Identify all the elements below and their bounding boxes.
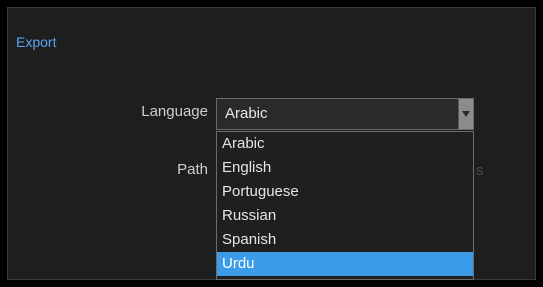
language-selected-value: Arabic [225, 105, 268, 122]
path-trailing-text: s [476, 162, 484, 179]
language-option-portuguese[interactable]: Portuguese [217, 180, 473, 204]
language-option-english[interactable]: English [217, 156, 473, 180]
language-option-russian[interactable]: Russian [217, 204, 473, 228]
chevron-down-icon[interactable] [458, 99, 473, 129]
language-label: Language [141, 103, 208, 120]
path-label: Path [177, 161, 208, 178]
dialog-title: Export [16, 34, 57, 50]
language-option-spanish[interactable]: Spanish [217, 228, 473, 252]
language-option-arabic[interactable]: Arabic [217, 132, 473, 156]
language-select[interactable]: Arabic [216, 98, 474, 130]
language-dropdown-list: Arabic English Portuguese Russian Spanis… [216, 131, 474, 280]
export-window: Export Language Arabic Path s Arabic Eng… [0, 0, 543, 287]
export-panel: Export Language Arabic Path s Arabic Eng… [7, 7, 536, 280]
language-option-urdu[interactable]: Urdu [217, 252, 473, 276]
